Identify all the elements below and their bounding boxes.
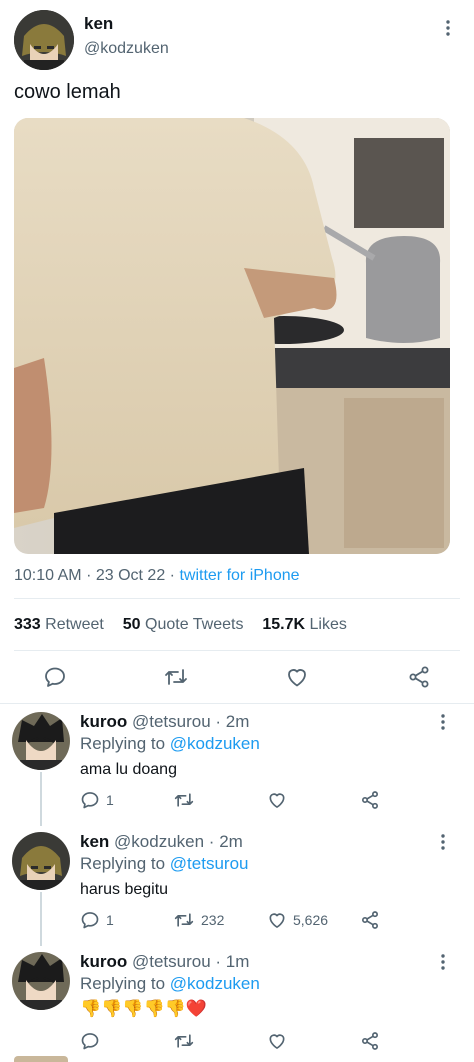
- separator-dot: ·: [86, 567, 96, 584]
- retweet-button[interactable]: 232: [173, 910, 224, 930]
- retweet-icon: [174, 793, 194, 807]
- replying-to-label: Replying to: [80, 734, 166, 753]
- retweet-stat[interactable]: 333 Retweet: [14, 616, 104, 633]
- heart-icon: [269, 913, 285, 928]
- more-options-icon[interactable]: [438, 18, 458, 38]
- replying-to: Replying to @kodzuken: [80, 974, 260, 994]
- tweet-text: cowo lemah: [14, 81, 121, 103]
- share-button[interactable]: [360, 1031, 380, 1051]
- tweet-stats: 333 Retweet 50 Quote Tweets 15.7K Likes: [14, 616, 347, 634]
- display-name[interactable]: ken: [84, 14, 113, 34]
- replying-to-handle[interactable]: @tetsurou: [170, 854, 249, 873]
- more-options-icon[interactable]: [433, 832, 453, 852]
- handle[interactable]: @kodzuken: [84, 40, 169, 58]
- like-button[interactable]: [285, 665, 309, 694]
- like-label: Likes: [309, 616, 347, 633]
- retweet-label: Retweet: [45, 616, 104, 633]
- retweet-button[interactable]: [173, 1031, 201, 1051]
- replying-to: Replying to @kodzuken: [80, 734, 260, 754]
- retweet-count: 333: [14, 616, 41, 633]
- reply-count: 1: [106, 792, 114, 808]
- heart-icon: [269, 1034, 285, 1049]
- retweet-count: 232: [201, 912, 225, 928]
- reply-time[interactable]: 2m: [226, 712, 250, 731]
- avatar[interactable]: [14, 1056, 68, 1062]
- replying-to: Replying to @tetsurou: [80, 854, 248, 874]
- share-icon: [409, 666, 429, 688]
- retweet-icon: [165, 669, 187, 685]
- like-button[interactable]: [267, 1031, 293, 1051]
- divider: [0, 703, 474, 704]
- like-button[interactable]: 5,626: [267, 910, 328, 930]
- quote-label: Quote Tweets: [145, 616, 244, 633]
- reply-handle[interactable]: @tetsurou: [132, 952, 211, 971]
- retweet-button[interactable]: [163, 665, 189, 694]
- like-count: 15.7K: [262, 616, 306, 633]
- divider: [14, 650, 460, 651]
- reply-text: 👎👎👎👎👎❤️: [80, 999, 208, 1018]
- like-stat[interactable]: 15.7K Likes: [262, 616, 347, 633]
- more-options-icon[interactable]: [433, 712, 453, 732]
- like-count: 5,626: [293, 912, 329, 928]
- reply-header: kuroo @tetsurou · 1m: [80, 952, 249, 972]
- retweet-icon: [174, 1034, 194, 1048]
- reply-time[interactable]: 2m: [219, 832, 243, 851]
- thread-line: [40, 772, 42, 826]
- tweet-source[interactable]: twitter for iPhone: [179, 567, 299, 584]
- reply-header: ken @kodzuken · 2m: [80, 832, 243, 852]
- quote-stat[interactable]: 50 Quote Tweets: [123, 616, 244, 633]
- like-button[interactable]: [267, 790, 293, 810]
- tweet-time[interactable]: 10:10 AM: [14, 567, 82, 584]
- share-button[interactable]: [360, 910, 380, 930]
- heart-icon: [269, 793, 285, 808]
- share-icon: [362, 911, 378, 929]
- separator-dot: ·: [169, 567, 180, 584]
- reply-header: kuroo @tetsurou · 2m: [80, 712, 249, 732]
- reply-time[interactable]: 1m: [226, 952, 250, 971]
- reply-handle[interactable]: @kodzuken: [114, 832, 204, 851]
- reply-text: harus begitu: [80, 881, 169, 898]
- tweet-photo[interactable]: [14, 118, 450, 554]
- reply-button[interactable]: [80, 1031, 106, 1051]
- quote-count: 50: [122, 616, 141, 633]
- reply-button[interactable]: [43, 665, 67, 694]
- tweet-timestamp: 10:10 AM · 23 Oct 22 · twitter for iPhon…: [14, 567, 300, 585]
- share-button[interactable]: [407, 665, 431, 694]
- replying-to-handle[interactable]: @kodzuken: [170, 734, 260, 753]
- avatar[interactable]: [12, 952, 70, 1010]
- share-button[interactable]: [360, 790, 380, 810]
- share-icon: [362, 1032, 378, 1050]
- divider: [14, 598, 460, 599]
- reply-display-name[interactable]: kuroo: [80, 712, 127, 731]
- reply-icon: [45, 667, 65, 687]
- retweet-icon: [174, 913, 194, 927]
- retweet-button[interactable]: [173, 790, 201, 810]
- reply-display-name[interactable]: kuroo: [80, 952, 127, 971]
- more-options-icon[interactable]: [433, 952, 453, 972]
- share-icon: [362, 791, 378, 809]
- heart-icon: [288, 669, 306, 687]
- avatar[interactable]: [12, 712, 70, 770]
- separator-dot: ·: [215, 952, 222, 971]
- avatar[interactable]: [12, 832, 70, 890]
- thread-line: [40, 892, 42, 946]
- separator-dot: ·: [215, 712, 222, 731]
- reply-button[interactable]: 1: [80, 910, 114, 930]
- reply-display-name[interactable]: ken: [80, 832, 109, 851]
- reply-icon: [81, 792, 99, 809]
- reply-count: 1: [106, 912, 114, 928]
- reply-text: ama lu doang: [80, 761, 177, 778]
- reply-button[interactable]: 1: [80, 790, 114, 810]
- reply-icon: [81, 912, 99, 929]
- separator-dot: ·: [208, 832, 215, 851]
- replying-to-label: Replying to: [80, 974, 166, 993]
- tweet-date[interactable]: 23 Oct 22: [96, 567, 165, 584]
- avatar[interactable]: [14, 10, 74, 70]
- reply-icon: [81, 1033, 99, 1050]
- reply-handle[interactable]: @tetsurou: [132, 712, 211, 731]
- replying-to-handle[interactable]: @kodzuken: [170, 974, 260, 993]
- replying-to-label: Replying to: [80, 854, 166, 873]
